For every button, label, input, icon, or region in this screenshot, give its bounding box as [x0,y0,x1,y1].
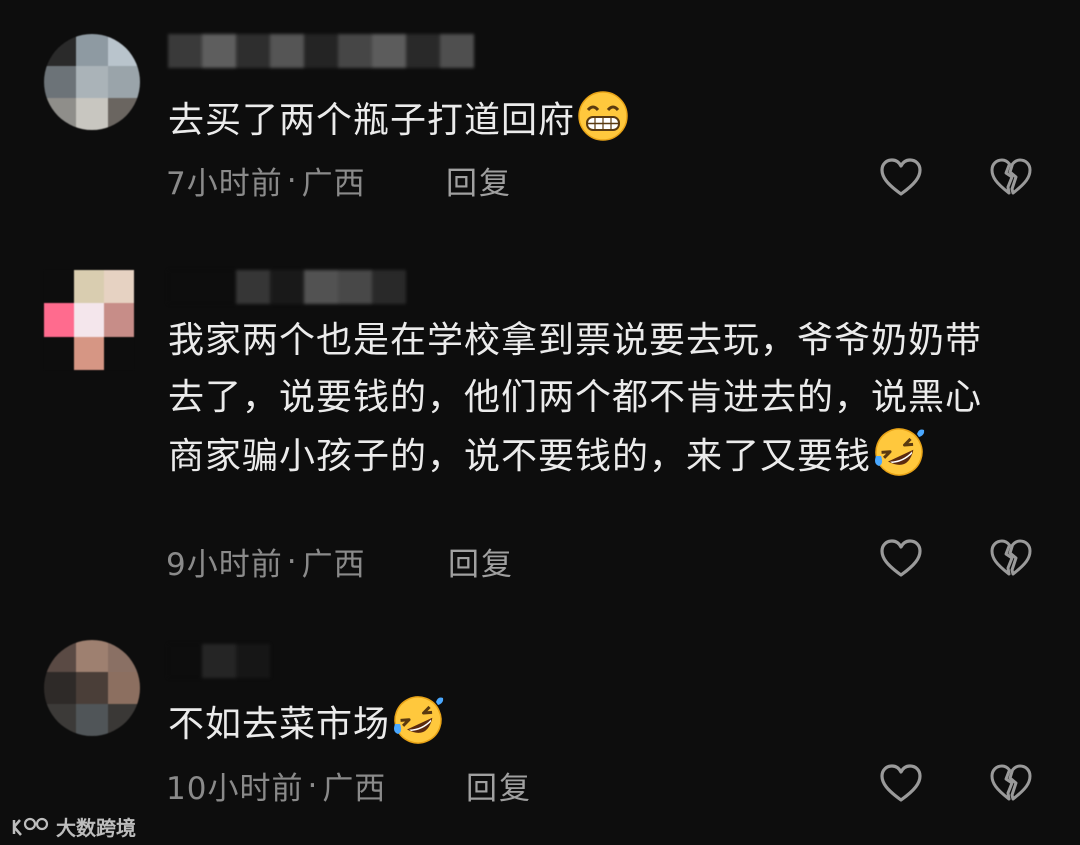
reply-button[interactable]: 回复 [446,158,512,203]
username[interactable] [168,34,474,74]
avatar[interactable] [44,34,140,130]
meta-separator: · [286,543,298,580]
avatar[interactable] [44,270,134,370]
reply-button[interactable]: 回复 [448,539,514,584]
comment-time: 7小时前 [166,166,283,202]
comment-body: 不如去菜市场 [168,704,391,745]
watermark-text: 大数跨境 [56,816,136,840]
comment-text: 我家两个也是在学校拿到票说要去玩，爷爷奶奶带去了，说要钱的，他们两个都不肯进去的… [168,312,998,485]
username[interactable] [168,270,406,310]
heart-outline-icon [880,539,922,577]
comment-location: 广西 [301,166,366,202]
comment-time: 9小时前 [166,547,283,583]
comment-meta: 9小时前 · 广西 [166,539,366,584]
broken-heart-icon [990,158,1032,195]
heart-outline-icon [880,764,922,802]
watermark-logo-icon [12,817,49,836]
comment-body: 去买了两个瓶子打道回府 [168,100,576,141]
comment-time: 10小时前 [166,771,304,807]
like-button[interactable] [876,533,926,583]
broken-heart-icon [990,539,1032,576]
like-button[interactable] [876,152,926,202]
watermark: 大数跨境 [10,812,136,841]
comment-text: 去买了两个瓶子打道回府 [168,90,998,149]
comment-meta: 7小时前 · 广西 [166,158,366,203]
rolling-on-floor-laughing-emoji [875,428,925,476]
comment-text: 不如去菜市场 [168,694,998,753]
reply-button[interactable]: 回复 [466,763,532,808]
rolling-on-floor-laughing-emoji [394,696,444,744]
broken-heart-icon [990,764,1032,801]
meta-separator: · [286,162,298,199]
avatar[interactable] [44,640,140,736]
comment-body: 我家两个也是在学校拿到票说要去玩，爷爷奶奶带去了，说要钱的，他们两个都不肯进去的… [168,320,983,477]
dislike-button[interactable] [986,533,1036,583]
comment-location: 广西 [301,547,366,583]
meta-separator: · [307,767,319,804]
dislike-button[interactable] [986,758,1036,808]
heart-outline-icon [880,158,922,196]
like-button[interactable] [876,758,926,808]
username[interactable] [168,644,270,684]
comment-meta: 10小时前 · 广西 [166,763,386,808]
dislike-button[interactable] [986,152,1036,202]
comment-location: 广西 [322,771,387,807]
grinning-face-emoji [578,91,628,141]
